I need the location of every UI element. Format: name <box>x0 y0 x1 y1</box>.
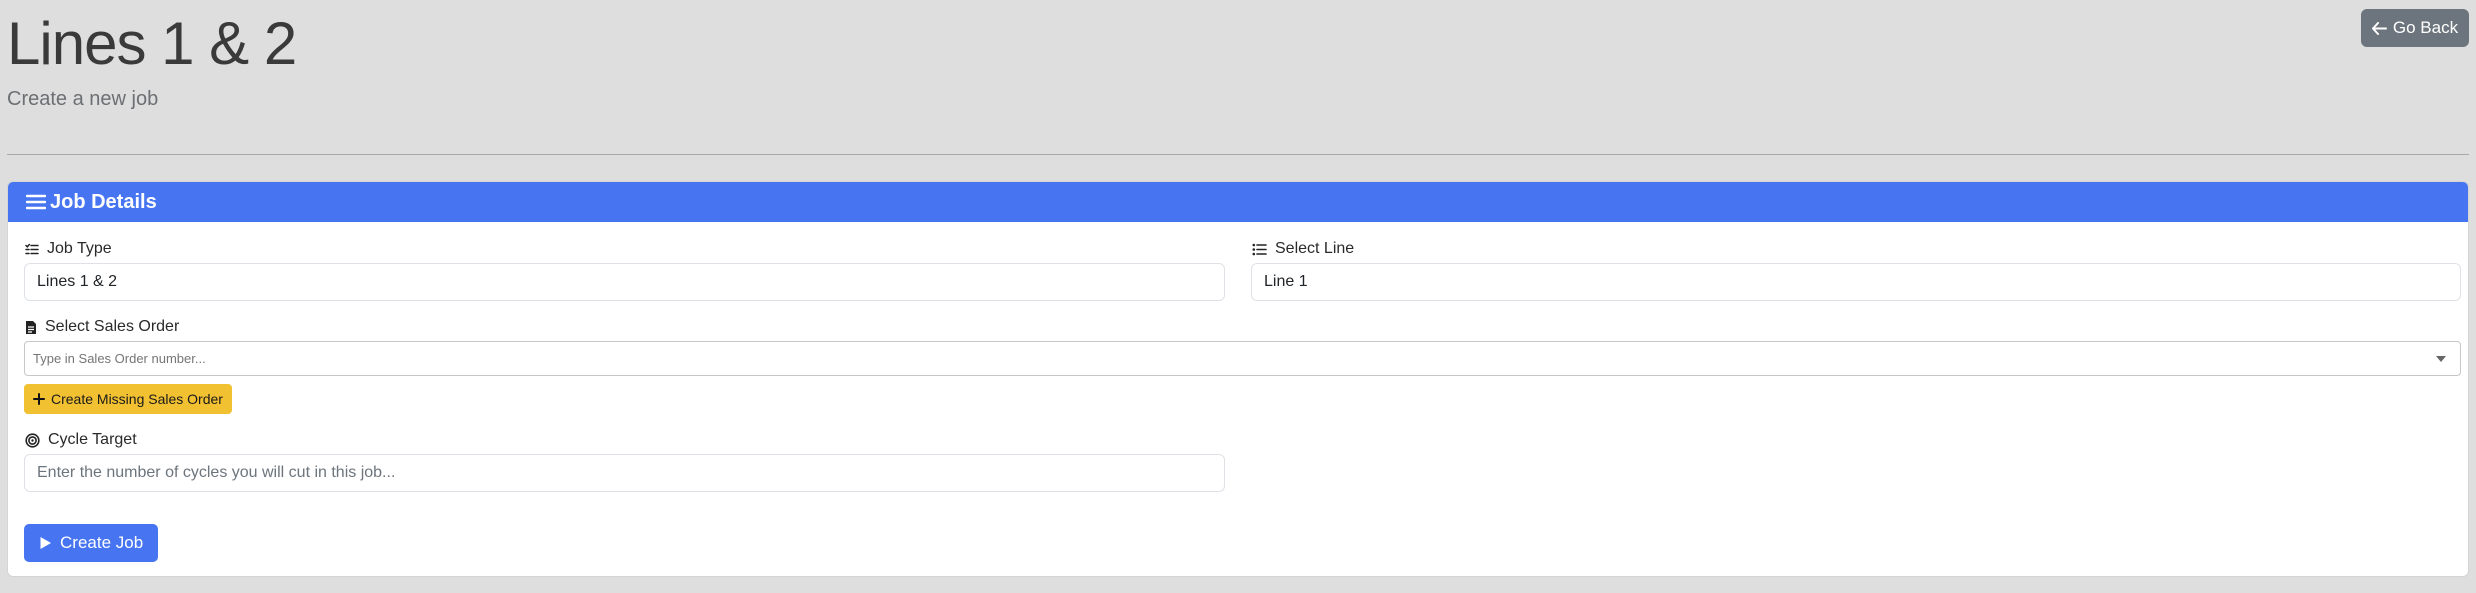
job-type-label: Job Type <box>25 240 112 258</box>
arrow-left-icon <box>2371 21 2387 35</box>
select-line-label-text: Select Line <box>1275 240 1355 257</box>
job-type-value: Lines 1 & 2 <box>37 273 118 290</box>
list-icon <box>26 194 46 210</box>
cycle-target-placeholder: Enter the number of cycles you will cut … <box>37 464 396 481</box>
go-back-label: Go Back <box>2392 18 2459 37</box>
play-icon <box>39 536 52 550</box>
cycle-target-label-text: Cycle Target <box>48 431 137 448</box>
select-line-field[interactable]: Line 1 <box>1251 263 2461 301</box>
sales-order-label: Select Sales Order <box>25 318 179 336</box>
create-missing-sales-order-button[interactable]: Create Missing Sales Order <box>24 384 232 414</box>
list-check-icon <box>25 243 39 256</box>
page-subtitle: Create a new job <box>7 88 159 110</box>
go-back-button[interactable]: Go Back <box>2361 9 2469 47</box>
header-divider <box>7 154 2469 155</box>
file-text-icon <box>25 320 37 335</box>
select-line-label: Select Line <box>1252 240 1354 258</box>
sales-order-label-text: Select Sales Order <box>45 318 180 335</box>
sales-order-select[interactable]: Type in Sales Order number... <box>24 341 2461 376</box>
list-ul-icon <box>1252 243 1267 256</box>
cycle-target-label: Cycle Target <box>25 431 137 449</box>
plus-icon <box>33 393 45 405</box>
create-missing-label: Create Missing Sales Order <box>51 391 223 407</box>
select-line-value: Line 1 <box>1264 273 1308 290</box>
job-type-field[interactable]: Lines 1 & 2 <box>24 263 1225 301</box>
card-title: Job Details <box>50 190 157 213</box>
cycle-target-input[interactable]: Enter the number of cycles you will cut … <box>24 454 1225 492</box>
sales-order-placeholder: Type in Sales Order number... <box>33 351 206 366</box>
chevron-down-icon[interactable] <box>2436 355 2446 362</box>
card-header: Job Details <box>8 182 2468 222</box>
job-type-label-text: Job Type <box>47 240 112 257</box>
create-job-button[interactable]: Create Job <box>24 524 159 562</box>
create-job-label: Create Job <box>60 533 144 552</box>
job-details-card: Job Details Job Type Lines 1 & 2 Select … <box>7 181 2469 577</box>
page-title: Lines 1 & 2 <box>7 10 297 77</box>
target-icon <box>25 432 40 448</box>
